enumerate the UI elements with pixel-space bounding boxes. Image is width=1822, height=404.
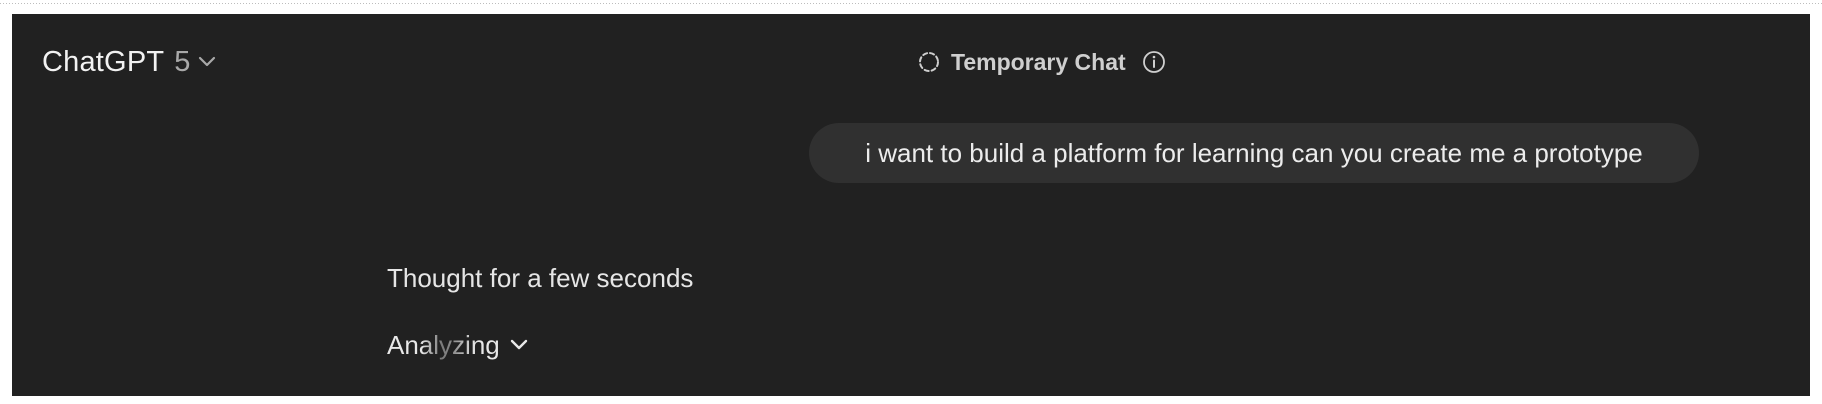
top-dotted-border (0, 0, 1822, 8)
thought-status[interactable]: Thought for a few seconds (387, 263, 693, 294)
user-message-text: i want to build a platform for learning … (865, 137, 1643, 168)
temporary-chat-label: Temporary Chat (951, 48, 1126, 75)
analyzing-label: Analyzing (387, 329, 500, 360)
user-message-bubble: i want to build a platform for learning … (809, 123, 1699, 183)
chevron-down-icon (510, 339, 528, 351)
model-name: ChatGPT (42, 45, 165, 78)
info-icon[interactable] (1142, 50, 1166, 74)
model-version: 5 (174, 45, 191, 78)
dashed-circle-icon (917, 50, 941, 74)
model-switcher-button[interactable]: ChatGPT 5 (42, 42, 216, 82)
chat-window: ChatGPT 5 Temporary Chat i want to build… (12, 14, 1810, 396)
analyzing-toggle[interactable]: Analyzing (387, 327, 528, 363)
chevron-down-icon (198, 56, 216, 68)
screenshot-frame: ChatGPT 5 Temporary Chat i want to build… (0, 0, 1822, 404)
temporary-chat-indicator: Temporary Chat (917, 44, 1166, 80)
